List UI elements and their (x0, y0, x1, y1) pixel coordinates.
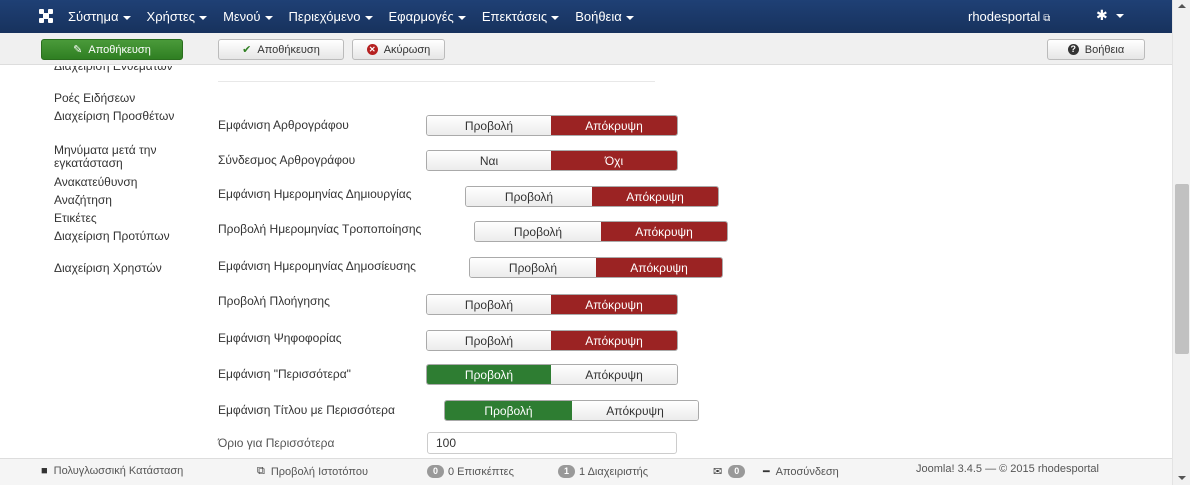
admins-status: 11 Διαχειριστής (558, 465, 648, 478)
toggle-option-hide[interactable]: Απόκρυψη (601, 222, 727, 241)
gear-icon[interactable]: ✱ (1096, 7, 1124, 24)
toggle-option-show[interactable]: Προβολή (427, 295, 551, 314)
top-navbar: Σύστημα Χρήστες Μενού Περιεχόμενο Εφαρμο… (0, 0, 1172, 33)
caret-down-icon (122, 15, 131, 20)
toolbar: ✎ Αποθήκευση ✔ Αποθήκευση ✕ Ακύρωση ? Βοήθει… (0, 33, 1172, 65)
caret-down-icon (625, 15, 634, 20)
toggle-option-hide[interactable]: Απόκρυψη (572, 401, 698, 420)
label-show-readmore: Εμφάνιση "Περισσότερα" (218, 367, 351, 381)
readmore-limit-input[interactable] (427, 432, 677, 454)
label-link-author: Σύνδεσμος Αρθρογράφου (218, 153, 356, 167)
site-link[interactable]: rhodesportal ⧉ (968, 9, 1050, 24)
joomla-logo-icon[interactable] (38, 8, 54, 24)
messages-status[interactable]: ✉ 0 (713, 465, 749, 478)
label-show-publish-date: Εμφάνιση Ημερομηνίας Δημοσίευσης (218, 259, 416, 273)
label-show-modify-date: Προβολή Ημερομηνίας Τροποποίησης (218, 222, 422, 236)
toggle-option-show[interactable]: Προβολή (427, 365, 551, 384)
messages-badge: 0 (728, 465, 746, 478)
sidebar-item-search[interactable]: Αναζήτηση (54, 194, 194, 207)
toggle-option-show[interactable]: Προβολή (466, 187, 592, 206)
label-show-navigation: Προβολή Πλοήγησης (218, 294, 330, 308)
sidebar-item-templates[interactable]: Διαχείριση Προτύπων (54, 230, 194, 243)
toggle-option-hide[interactable]: Απόκρυψη (592, 187, 718, 206)
toggle-show-vote[interactable]: Προβολή Απόκρυψη (426, 330, 678, 351)
toggle-option-show[interactable]: Προβολή (470, 258, 596, 277)
scroll-down-arrow-icon[interactable] (1178, 476, 1186, 480)
admins-badge: 1 (558, 465, 575, 478)
toggle-option-show[interactable]: Προβολή (427, 331, 551, 350)
toggle-option-hide[interactable]: Απόκρυψη (596, 258, 722, 277)
toggle-show-publish-date[interactable]: Προβολή Απόκρυψη (469, 257, 723, 278)
toggle-show-readmore-title[interactable]: Προβολή Απόκρυψη (444, 400, 699, 421)
sidebar-item-postinstall[interactable]: Μηνύματα μετά την εγκατάσταση (54, 144, 194, 170)
caret-down-icon (264, 15, 273, 20)
external-link-icon: ⧉ (1043, 13, 1051, 24)
scroll-up-arrow-icon[interactable] (1178, 4, 1186, 8)
toggle-option-show[interactable]: Προβολή (475, 222, 601, 241)
main-menu: Σύστημα Χρήστες Μενού Περιεχόμενο Εφαρμο… (68, 0, 650, 33)
toggle-show-modify-date[interactable]: Προβολή Απόκρυψη (474, 221, 728, 242)
multilang-status[interactable]: ■ Πολυγλωσσική Κατάσταση (41, 465, 183, 477)
menu-users[interactable]: Χρήστες (147, 9, 208, 24)
toggle-show-readmore[interactable]: Προβολή Απόκρυψη (426, 364, 678, 385)
cancel-button[interactable]: ✕ Ακύρωση (352, 39, 445, 60)
status-bar: ■ Πολυγλωσσική Κατάσταση ⧉ Προβολή Ιστοτόπ… (0, 458, 1172, 485)
caret-down-icon (364, 15, 373, 20)
edit-icon: ✎ (73, 44, 83, 56)
external-link-icon: ⧉ (257, 465, 265, 477)
label-readmore-limit: Όριο για Περισσότερα (218, 436, 335, 450)
version-info: Joomla! 3.4.5 — © 2015 rhodesportal (916, 463, 1099, 475)
toggle-option-hide[interactable]: Απόκρυψη (551, 295, 677, 314)
caret-down-icon (1115, 14, 1124, 19)
label-show-author: Εμφάνιση Αρθρογράφου (218, 118, 349, 132)
label-show-create-date: Εμφάνιση Ημερομηνίας Δημιουργίας (218, 187, 412, 201)
toggle-option-hide[interactable]: Απόκρυψη (551, 331, 677, 350)
logout-link[interactable]: ━ Αποσύνδεση (763, 465, 839, 479)
question-circle-icon: ? (1067, 44, 1079, 55)
menu-extensions[interactable]: Επεκτάσεις (482, 9, 560, 24)
toggle-show-navigation[interactable]: Προβολή Απόκρυψη (426, 294, 678, 315)
toggle-option-hide[interactable]: Απόκρυψη (551, 116, 677, 135)
menu-components[interactable]: Εφαρμογές (389, 9, 466, 24)
sidebar-item-tags[interactable]: Ετικέτες (54, 212, 194, 225)
scrollbar-thumb[interactable] (1175, 184, 1189, 354)
toggle-option-no[interactable]: Όχι (551, 151, 677, 170)
minus-icon: ━ (763, 466, 770, 478)
help-button[interactable]: ? Βοήθεια (1047, 39, 1145, 60)
menu-menus[interactable]: Μενού (223, 9, 273, 24)
envelope-icon: ✉ (713, 466, 723, 478)
toggle-show-create-date[interactable]: Προβολή Απόκρυψη (465, 186, 719, 207)
save-primary-button[interactable]: ✎ Αποθήκευση (41, 39, 183, 60)
toggle-link-author[interactable]: Ναι Όχι (426, 150, 678, 171)
comment-icon: ■ (41, 465, 48, 477)
caret-down-icon (199, 15, 208, 20)
caret-down-icon (551, 15, 560, 20)
checkmark-icon: ✔ (242, 44, 252, 56)
section-divider (218, 81, 655, 82)
toggle-option-yes[interactable]: Ναι (427, 151, 551, 170)
toggle-option-show[interactable]: Προβολή (445, 401, 572, 420)
sidebar-item-newsfeeds[interactable]: Ροές Ειδήσεων (54, 92, 194, 105)
menu-help[interactable]: Βοήθεια (575, 9, 634, 24)
menu-content[interactable]: Περιεχόμενο (289, 9, 373, 24)
menu-system[interactable]: Σύστημα (68, 9, 131, 24)
sidebar-item-redirect[interactable]: Ανακατεύθυνση (54, 176, 194, 189)
vertical-scrollbar[interactable] (1172, 0, 1190, 485)
caret-down-icon (457, 15, 466, 20)
toggle-option-hide[interactable]: Απόκρυψη (551, 365, 677, 384)
label-show-vote: Εμφάνιση Ψηφοφορίας (218, 331, 342, 345)
sidebar-item-plugins[interactable]: Διαχείριση Προσθέτων (54, 110, 194, 123)
label-show-readmore-title: Εμφάνιση Τίτλου με Περισσότερα (218, 403, 395, 417)
visitors-status: 00 Επισκέπτες (427, 465, 514, 478)
view-site-link[interactable]: ⧉ Προβολή Ιστοτόπου (257, 465, 368, 478)
cancel-icon: ✕ (366, 44, 378, 55)
toggle-show-author[interactable]: Προβολή Απόκρυψη (426, 115, 678, 136)
visitors-badge: 0 (427, 465, 444, 478)
toggle-option-show[interactable]: Προβολή (427, 116, 551, 135)
sidebar-item-users[interactable]: Διαχείριση Χρηστών (54, 262, 194, 275)
save-button[interactable]: ✔ Αποθήκευση (218, 39, 344, 60)
